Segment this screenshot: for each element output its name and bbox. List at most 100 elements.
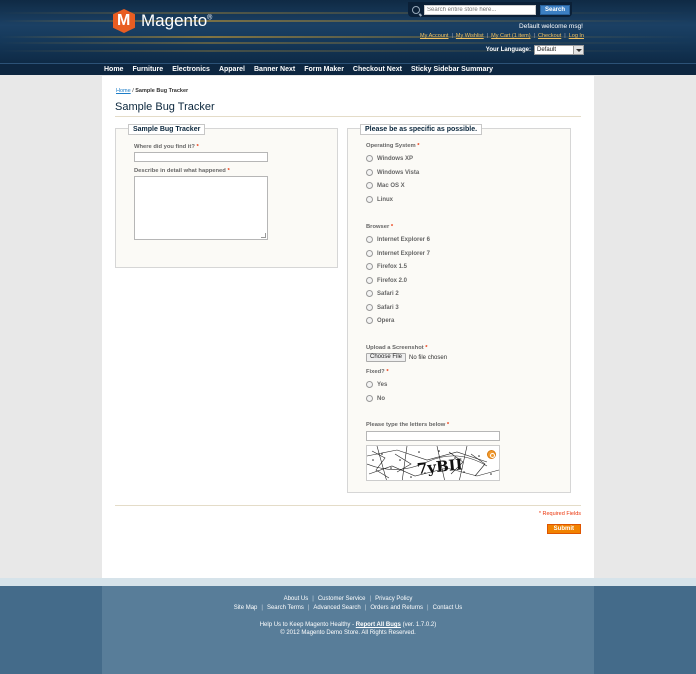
welcome-message: Default welcome msg!	[519, 23, 583, 30]
browser-option[interactable]: Safari 2	[366, 290, 399, 297]
my-cart-link[interactable]: My Cart (1 item)	[491, 33, 530, 39]
header-stripe	[0, 12, 696, 14]
radio-button[interactable]	[366, 250, 373, 257]
search-bar: Search	[408, 2, 572, 17]
fixed-option[interactable]: Yes	[366, 381, 387, 388]
checkout-link[interactable]: Checkout	[538, 33, 561, 39]
submit-button[interactable]: Submit	[546, 524, 581, 534]
radio-button[interactable]	[366, 263, 373, 270]
describe-textarea[interactable]	[134, 176, 268, 240]
resize-handle-icon[interactable]	[261, 233, 266, 238]
search-button[interactable]: Search	[540, 4, 571, 15]
divider	[115, 116, 581, 117]
breadcrumb: Home / Sample Bug Tracker	[116, 88, 189, 94]
file-upload: Choose File No file chosen	[366, 353, 447, 362]
where-input[interactable]	[134, 152, 268, 162]
chevron-down-icon	[573, 46, 583, 54]
details-fieldset: Please be as specific as possible. Opera…	[347, 124, 571, 493]
required-fields-note: * Required Fields	[538, 511, 581, 517]
captcha-noise: 7yBII	[367, 446, 499, 480]
footer-band	[0, 578, 696, 586]
fixed-label: Fixed? *	[366, 369, 389, 375]
radio-button[interactable]	[366, 317, 373, 324]
fieldset-legend: Please be as specific as possible.	[360, 124, 483, 135]
footer-help: Help Us to Keep Magento Healthy - Report…	[259, 622, 437, 628]
footer-link-contact-us[interactable]: Contact Us	[433, 605, 463, 611]
radio-button[interactable]	[366, 395, 373, 402]
refresh-icon[interactable]	[487, 450, 496, 459]
login-link[interactable]: Log In	[569, 33, 584, 39]
header-stripe	[0, 50, 696, 52]
radio-button[interactable]	[366, 182, 373, 189]
header-stripe	[0, 20, 696, 22]
radio-button[interactable]	[366, 381, 373, 388]
browser-option[interactable]: Internet Explorer 7	[366, 250, 430, 257]
upload-label: Upload a Screenshot *	[366, 345, 428, 351]
fixed-option[interactable]: No	[366, 395, 385, 402]
my-wishlist-link[interactable]: My Wishlist	[456, 33, 484, 39]
footer-links-row1: About Us | Customer Service | Privacy Poli…	[283, 596, 413, 602]
site-header: Magento® Search Default welcome msg! My …	[0, 0, 696, 63]
nav-item-sticky-sidebar-summary[interactable]: Sticky Sidebar Summary	[411, 65, 493, 75]
browser-option[interactable]: Safari 3	[366, 304, 399, 311]
main-nav: Home Furniture Electronics Apparel Banne…	[0, 63, 696, 75]
logo-text: Magento®	[141, 11, 213, 30]
browser-option[interactable]: Firefox 1.5	[366, 263, 407, 270]
nav-item-checkout-next[interactable]: Checkout Next	[353, 65, 402, 75]
radio-button[interactable]	[366, 169, 373, 176]
footer-links-row2: Site Map | Search Terms | Advanced Search |…	[233, 605, 463, 611]
bug-tracker-fieldset: Sample Bug Tracker Where did you find it…	[115, 124, 338, 268]
language-switcher: Your Language: Default	[486, 45, 584, 55]
nav-item-home[interactable]: Home	[104, 65, 123, 75]
radio-button[interactable]	[366, 196, 373, 203]
nav-item-furniture[interactable]: Furniture	[132, 65, 163, 75]
my-account-link[interactable]: My Account	[420, 33, 448, 39]
os-option[interactable]: Linux	[366, 196, 393, 203]
file-name: No file chosen	[409, 354, 448, 361]
os-option[interactable]: Windows Vista	[366, 169, 419, 176]
nav-item-form-maker[interactable]: Form Maker	[304, 65, 344, 75]
language-select[interactable]: Default	[534, 45, 584, 55]
search-input[interactable]	[424, 4, 536, 15]
captcha-input[interactable]	[366, 431, 500, 441]
footer-link-about-us[interactable]: About Us	[284, 596, 309, 602]
footer-link-customer-service[interactable]: Customer Service	[318, 596, 366, 602]
fieldset-legend: Sample Bug Tracker	[128, 124, 206, 135]
captcha-image: 7yBII	[366, 445, 500, 481]
radio-button[interactable]	[366, 277, 373, 284]
footer-link-site-map[interactable]: Site Map	[234, 605, 258, 611]
radio-button[interactable]	[366, 236, 373, 243]
nav-item-electronics[interactable]: Electronics	[172, 65, 210, 75]
header-stripe	[0, 42, 696, 44]
radio-button[interactable]	[366, 304, 373, 311]
choose-file-button[interactable]: Choose File	[366, 353, 407, 362]
nav-item-banner-next[interactable]: Banner Next	[254, 65, 295, 75]
footer-link-orders-returns[interactable]: Orders and Returns	[370, 605, 423, 611]
where-label: Where did you find it? *	[134, 144, 199, 150]
browser-option[interactable]: Opera	[366, 317, 394, 324]
footer-link-privacy-policy[interactable]: Privacy Policy	[375, 596, 412, 602]
radio-button[interactable]	[366, 290, 373, 297]
breadcrumb-home-link[interactable]: Home	[116, 88, 131, 94]
magento-logo-icon	[113, 9, 135, 33]
describe-label: Describe in detail what happened *	[134, 168, 230, 174]
logo[interactable]: Magento®	[113, 9, 212, 33]
captcha-text: 7yBII	[416, 455, 464, 478]
radio-button[interactable]	[366, 155, 373, 162]
browser-option[interactable]: Internet Explorer 6	[366, 236, 430, 243]
os-option[interactable]: Mac OS X	[366, 182, 405, 189]
captcha-label: Please type the letters below *	[366, 422, 450, 428]
site-footer: About Us | Customer Service | Privacy Poli…	[102, 586, 594, 674]
search-icon	[412, 5, 420, 14]
copyright: © 2012 Magento Demo Store. All Rights Re…	[280, 630, 416, 636]
browser-option[interactable]: Firefox 2.0	[366, 277, 407, 284]
divider	[115, 505, 581, 506]
main-content: Home / Sample Bug Tracker Sample Bug Tra…	[102, 76, 594, 578]
os-option[interactable]: Windows XP	[366, 155, 413, 162]
language-label: Your Language:	[485, 47, 531, 53]
footer-link-search-terms[interactable]: Search Terms	[267, 605, 304, 611]
os-label: Operating System *	[366, 143, 420, 149]
report-bugs-link[interactable]: Report All Bugs	[356, 622, 401, 628]
footer-link-advanced-search[interactable]: Advanced Search	[313, 605, 360, 611]
nav-item-apparel[interactable]: Apparel	[219, 65, 245, 75]
